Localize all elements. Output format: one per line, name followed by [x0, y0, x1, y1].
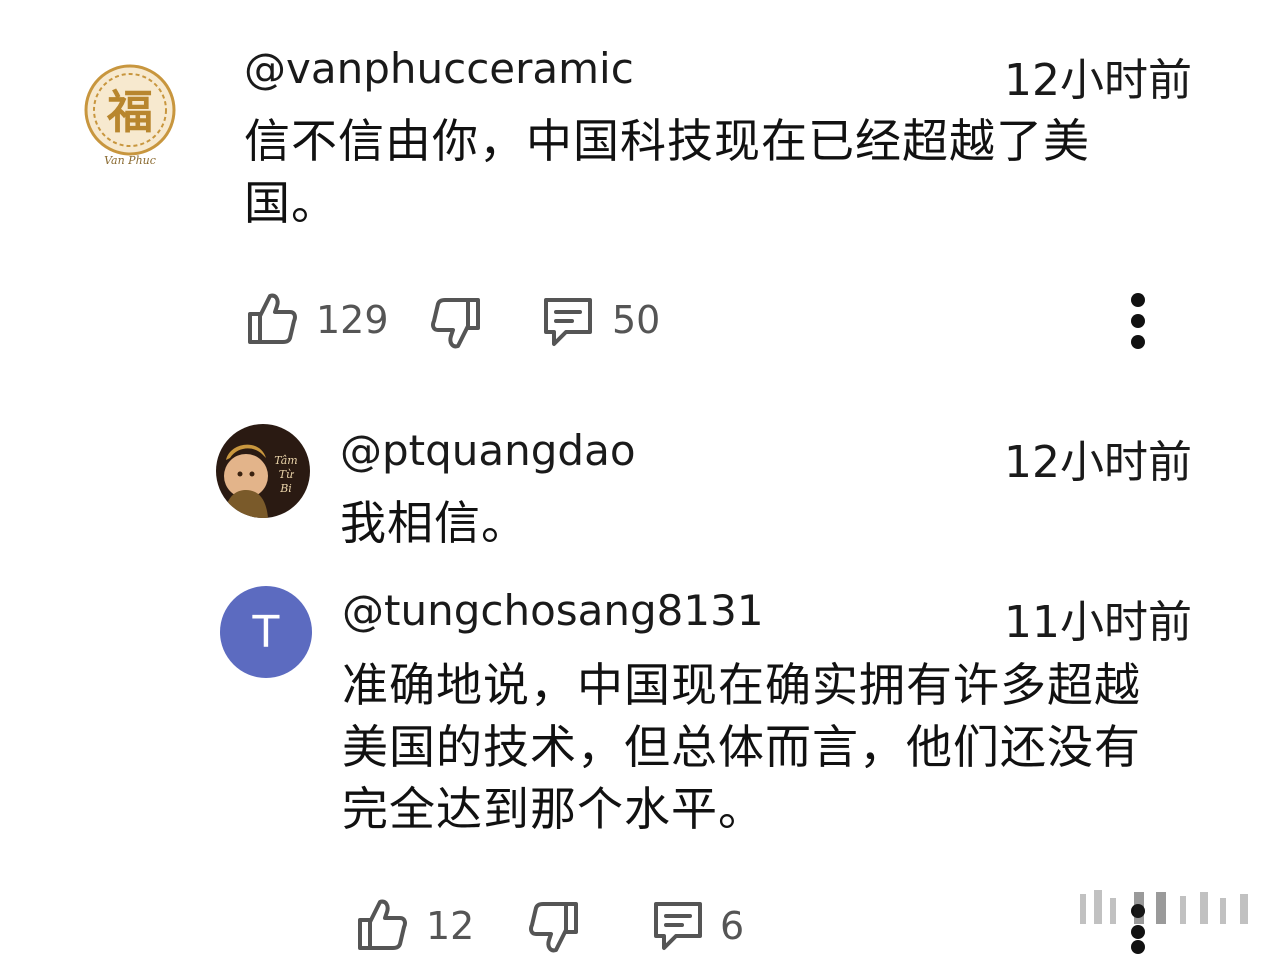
thumb-up-icon: [358, 899, 407, 950]
more-options-button[interactable]: [1122, 290, 1154, 354]
comment-icon: [654, 902, 702, 950]
reply-text: 准确地说，中国现在确实拥有许多超越 美国的技术，但总体而言，他们还没有 完全达到…: [342, 658, 1141, 836]
thumb-down-icon: [529, 902, 578, 953]
fu-logo-icon: 福 Van Phuc: [74, 60, 186, 172]
avatar[interactable]: T: [220, 586, 312, 678]
avatar[interactable]: Tâm Từ Bi: [216, 424, 310, 518]
thumb-down-icon: [431, 298, 480, 349]
like-button[interactable]: [246, 290, 298, 346]
reply-count: 50: [612, 298, 661, 342]
like-count: 12: [426, 904, 475, 948]
comment-timestamp[interactable]: 12小时前: [1004, 44, 1192, 108]
like-count: 129: [316, 298, 389, 342]
watermark: [1080, 888, 1260, 928]
comment-icon: [544, 298, 592, 346]
reply-timestamp[interactable]: 12小时前: [1004, 426, 1192, 490]
avatar-letter: T: [252, 606, 280, 658]
svg-text:福: 福: [106, 85, 153, 139]
reply-text: 我相信。: [340, 496, 528, 550]
like-button[interactable]: [356, 896, 408, 952]
dislike-button[interactable]: [430, 296, 482, 352]
comment-author[interactable]: @vanphucceramic: [244, 44, 634, 93]
dislike-button[interactable]: [528, 900, 580, 956]
thumb-up-icon: [248, 293, 297, 344]
reply-timestamp[interactable]: 11小时前: [1004, 586, 1192, 650]
reply-count: 6: [720, 904, 745, 948]
comment-text: 信不信由你，中国科技现在已经超越了美 国。: [244, 114, 1090, 230]
reply-author[interactable]: @ptquangdao: [340, 426, 636, 475]
reply-button[interactable]: [540, 294, 596, 350]
svg-text:Bi: Bi: [279, 482, 292, 495]
portrait-avatar-icon: Tâm Từ Bi: [216, 424, 310, 518]
svg-text:Từ: Từ: [279, 468, 294, 481]
svg-text:Van Phuc: Van Phuc: [104, 154, 156, 167]
svg-text:Tâm: Tâm: [274, 454, 297, 467]
reply-author[interactable]: @tungchosang8131: [342, 586, 764, 635]
avatar[interactable]: 福 Van Phuc: [74, 60, 186, 172]
reply-button[interactable]: [650, 898, 706, 954]
